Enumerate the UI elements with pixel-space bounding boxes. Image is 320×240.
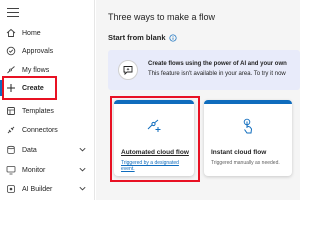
card-accent-stripe: [204, 100, 292, 104]
chevron-down-icon[interactable]: [78, 145, 87, 154]
nav-item-monitor[interactable]: Monitor: [0, 161, 95, 179]
nav-item-label: Home: [22, 29, 41, 37]
home-icon: [5, 27, 17, 39]
approvals-icon: [5, 45, 17, 57]
nav-item-label: Templates: [22, 107, 54, 115]
left-nav: Home Approvals My flows Create Templates…: [0, 0, 95, 200]
nav-item-label: Connectors: [22, 126, 58, 134]
banner-text: This feature isn't available in your are…: [148, 71, 286, 77]
nav-item-label: Data: [22, 146, 37, 154]
nav-item-home[interactable]: Home: [0, 24, 95, 42]
create-highlight-box: [2, 76, 57, 100]
page-title: Three ways to make a flow: [108, 12, 216, 22]
main-content: Three ways to make a flow Start from bla…: [96, 0, 300, 200]
nav-item-ai-builder[interactable]: AI Builder: [0, 180, 95, 198]
nav-item-templates[interactable]: Templates: [0, 102, 95, 120]
nav-item-connectors[interactable]: Connectors: [0, 121, 95, 139]
templates-icon: [5, 105, 17, 117]
chevron-down-icon[interactable]: [78, 184, 87, 193]
nav-item-label: Monitor: [22, 166, 46, 174]
monitor-icon: [5, 164, 17, 176]
nav-item-label: Approvals: [22, 47, 54, 55]
nav-item-label: My flows: [22, 66, 50, 74]
banner-title: Create flows using the power of AI and y…: [148, 61, 287, 67]
instant-flow-touch-icon: [243, 118, 253, 134]
nav-item-data[interactable]: Data: [0, 141, 95, 159]
connectors-icon: [5, 124, 17, 136]
section-heading-label: Start from blank: [108, 33, 166, 42]
copilot-banner: Create flows using the power of AI and y…: [108, 50, 300, 90]
copilot-chat-icon: [118, 60, 138, 80]
card-description: Triggered manually as needed.: [211, 160, 280, 166]
data-icon: [5, 144, 17, 156]
section-heading: Start from blank: [108, 33, 177, 42]
my-flows-icon: [5, 64, 17, 76]
hamburger-menu-icon[interactable]: [7, 8, 19, 18]
nav-item-label: AI Builder: [22, 185, 53, 193]
instant-cloud-flow-card[interactable]: Instant cloud flow Triggered manually as…: [204, 100, 292, 176]
nav-item-approvals[interactable]: Approvals: [0, 42, 95, 60]
automated-flow-highlight-box: [110, 96, 200, 182]
card-title[interactable]: Instant cloud flow: [211, 149, 266, 156]
ai-builder-icon: [5, 183, 17, 195]
info-icon[interactable]: [168, 33, 177, 42]
chevron-down-icon[interactable]: [78, 165, 87, 174]
